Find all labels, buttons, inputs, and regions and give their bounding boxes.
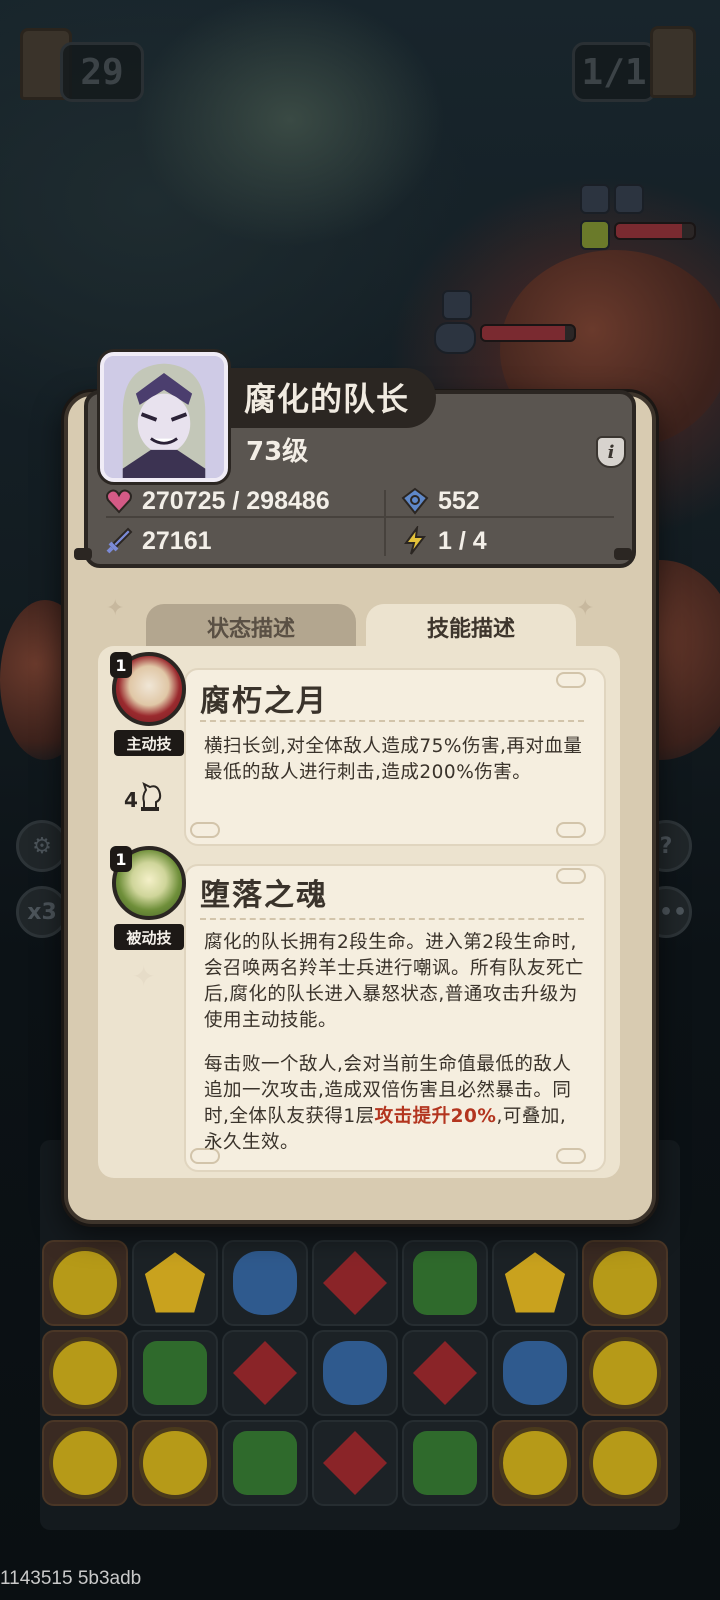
blocker-face-gem: [139, 1427, 211, 1499]
red-gem: [323, 1431, 387, 1495]
board-tile[interactable]: [42, 1420, 128, 1506]
red-gem: [323, 1251, 387, 1315]
sword-icon: [442, 290, 472, 320]
moves-counter: 29: [60, 42, 144, 102]
attack-stat: 27161: [104, 526, 212, 556]
divider: [106, 516, 614, 518]
hp-value: 270725 / 298486: [142, 486, 330, 515]
card-corner-decoration: [556, 672, 586, 688]
divider: [200, 918, 584, 920]
blocker-face-gem: [589, 1247, 661, 1319]
green-gem: [413, 1251, 477, 1315]
wave-counter: 1/1: [572, 42, 656, 102]
green-gem: [413, 1431, 477, 1495]
board-tile[interactable]: [312, 1330, 398, 1416]
skill-level-badge: 1: [110, 652, 132, 678]
divider: [200, 720, 584, 722]
card-corner-decoration: [556, 868, 586, 884]
blue-gem: [323, 1341, 387, 1405]
sparkle-icon: ✦: [576, 596, 595, 621]
energy-value: 1 / 4: [438, 526, 487, 555]
board-tile[interactable]: [492, 1240, 578, 1326]
yellow-gem: [144, 1252, 206, 1313]
board-tile[interactable]: [132, 1420, 218, 1506]
blocker-face-gem: [49, 1247, 121, 1319]
sparkle-icon: ✦: [132, 960, 156, 993]
skill-cost: 4: [124, 778, 166, 812]
tab-skill-description[interactable]: 技能描述: [366, 604, 576, 650]
board-tile[interactable]: [222, 1420, 308, 1506]
knight-cost-icon: [140, 782, 162, 811]
board-tile[interactable]: [222, 1240, 308, 1326]
speed-button[interactable]: x3: [16, 886, 68, 938]
red-gem: [413, 1341, 477, 1405]
hero-level: 73级: [246, 437, 309, 467]
board-tile[interactable]: [402, 1420, 488, 1506]
board-tile[interactable]: [42, 1330, 128, 1416]
lightning-icon: [404, 526, 427, 555]
board-tile[interactable]: [582, 1420, 668, 1506]
weapon-icon: [580, 220, 610, 250]
sword-icon: [106, 527, 133, 554]
hero-portrait-art: [104, 356, 224, 478]
skill-name: 腐朽之月: [200, 684, 328, 719]
tab-state-description[interactable]: 状态描述: [146, 604, 356, 650]
enemy-health-bar: [480, 324, 576, 342]
defense-value: 552: [438, 486, 480, 515]
sword-icon: [580, 184, 610, 214]
board-tile[interactable]: [402, 1330, 488, 1416]
yellow-gem: [504, 1252, 566, 1313]
panel-end-cap: [74, 548, 92, 560]
red-gem: [233, 1341, 297, 1405]
blocker-face-gem: [49, 1427, 121, 1499]
skill-description: 横扫长剑,对全体敌人造成75%伤害,再对血量最低的敌人进行刺击,造成200%伤害…: [204, 736, 583, 783]
divider: [384, 490, 386, 556]
skill-type-label: 被动技: [114, 924, 184, 950]
attack-value: 27161: [142, 526, 212, 555]
board-tile[interactable]: [132, 1240, 218, 1326]
blue-gem: [233, 1251, 297, 1315]
skill-description: 腐化的队长拥有2段生命。进入第2段生命时,会召唤两名羚羊士兵进行嘲讽。所有队友死…: [204, 932, 585, 1031]
green-gem: [143, 1341, 207, 1405]
board-tile[interactable]: [312, 1240, 398, 1326]
enemy-mask-icon: [434, 322, 476, 354]
board-tile[interactable]: [492, 1330, 578, 1416]
hp-stat: 270725 / 298486: [104, 486, 330, 516]
green-gem: [233, 1431, 297, 1495]
flag-icon: [650, 26, 696, 98]
skull-icon: [614, 184, 644, 214]
build-version: 1143515 5b3adb: [0, 1568, 142, 1589]
sparkle-icon: ✦: [106, 596, 125, 621]
board-tile[interactable]: [582, 1240, 668, 1326]
heart-icon: [106, 489, 132, 514]
attack-buff-highlight: 攻击提升20%: [374, 1106, 497, 1127]
blue-gem: [503, 1341, 567, 1405]
settings-gear-icon[interactable]: ⚙: [16, 820, 68, 872]
board-tile[interactable]: [222, 1330, 308, 1416]
hero-name: 腐化的队长: [244, 380, 410, 418]
card-corner-decoration: [190, 822, 220, 838]
skill-type-label: 主动技: [114, 730, 184, 756]
board-tile[interactable]: [312, 1420, 398, 1506]
card-corner-decoration: [556, 822, 586, 838]
blocker-face-gem: [499, 1427, 571, 1499]
board-tile[interactable]: [582, 1330, 668, 1416]
enemy-health-bar: [614, 222, 696, 240]
board-tile[interactable]: [402, 1240, 488, 1326]
shield-icon: [401, 487, 429, 515]
board-tile[interactable]: [42, 1240, 128, 1326]
blocker-face-gem: [589, 1427, 661, 1499]
board-tile[interactable]: [132, 1330, 218, 1416]
info-button[interactable]: i: [596, 436, 626, 468]
blocker-face-gem: [589, 1337, 661, 1409]
panel-end-cap: [614, 548, 632, 560]
hero-portrait: [100, 352, 228, 482]
board-tile[interactable]: [492, 1420, 578, 1506]
skill-level-badge: 1: [110, 846, 132, 872]
defense-stat: 552: [400, 486, 480, 516]
blocker-face-gem: [49, 1337, 121, 1409]
skill-description-extra: 每击败一个敌人,会对当前生命值最低的敌人追加一次攻击,造成双倍伤害且必然暴击。同…: [204, 1052, 584, 1156]
energy-stat: 1 / 4: [400, 526, 487, 556]
skill-name: 堕落之魂: [200, 878, 328, 913]
